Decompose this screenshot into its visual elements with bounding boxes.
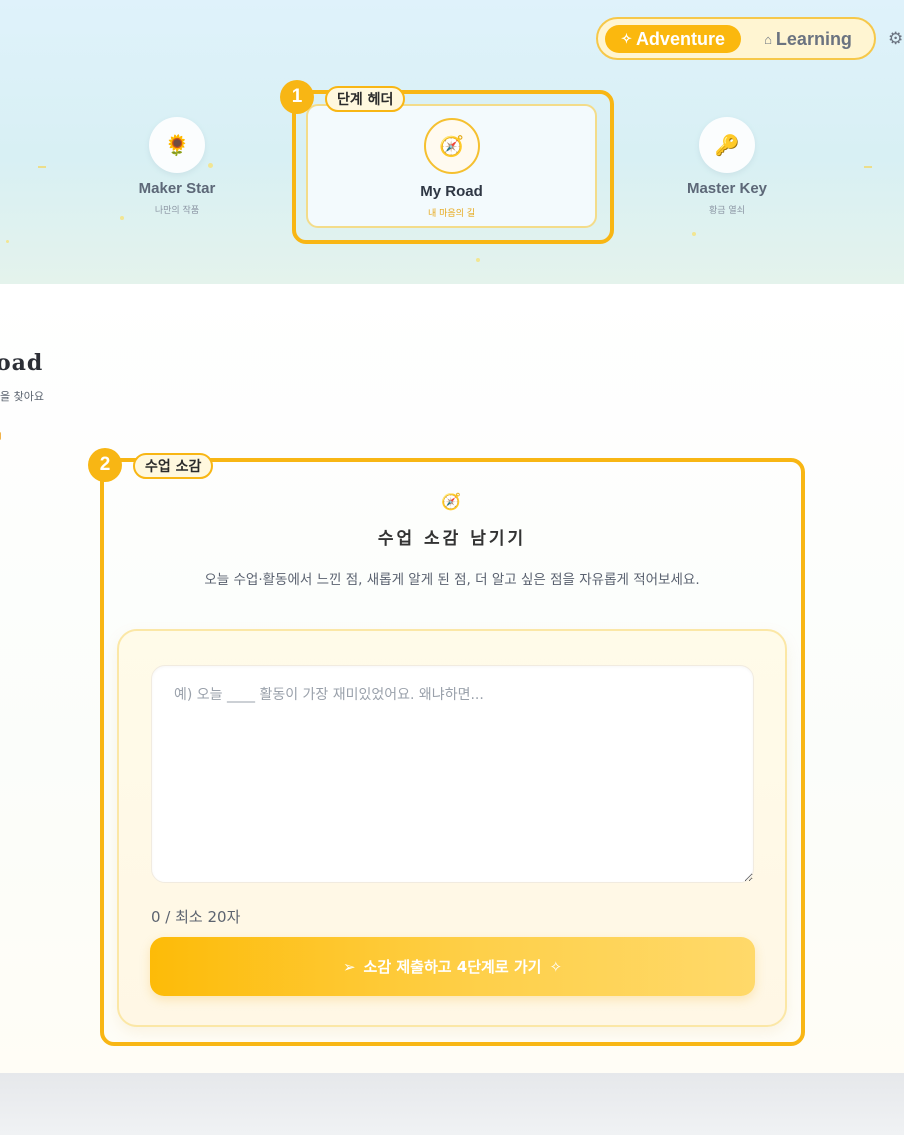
annotation-label: 단계 헤더 bbox=[325, 86, 406, 112]
footer-band bbox=[0, 1073, 904, 1135]
page-title: oad bbox=[0, 350, 44, 376]
annotation-number: 1 bbox=[280, 80, 314, 114]
sparkle-decoration bbox=[692, 232, 696, 236]
mode-toggle: ✧ Adventure ⌂ Learning bbox=[596, 17, 876, 60]
annotation-box-stage-header bbox=[292, 90, 614, 244]
annotation-box-reflection bbox=[100, 458, 805, 1046]
accent-mark bbox=[0, 432, 1, 440]
adventure-label: Adventure bbox=[635, 28, 725, 49]
step-master-key[interactable]: 🔑 Master Key 황금 열쇠 bbox=[637, 117, 817, 216]
sparkles-icon: ✧ bbox=[621, 31, 632, 46]
step-name: Master Key bbox=[686, 180, 768, 197]
sparkle-decoration bbox=[6, 240, 9, 243]
page-subtitle: 을 찾아요 bbox=[0, 390, 44, 403]
learning-mode-button[interactable]: ⌂ Learning bbox=[750, 25, 866, 53]
step-subtitle: 황금 열쇠 bbox=[709, 206, 745, 216]
dash-decoration bbox=[38, 166, 46, 168]
key-icon: 🔑 bbox=[699, 117, 755, 173]
gear-icon[interactable]: ⚙ bbox=[888, 29, 903, 49]
sparkle-decoration bbox=[120, 216, 124, 220]
dash-decoration bbox=[864, 166, 872, 168]
learning-label: Learning bbox=[775, 28, 852, 49]
step-maker-star[interactable]: 🌻 Maker Star 나만의 작품 bbox=[87, 117, 267, 216]
step-name: Maker Star bbox=[138, 180, 216, 197]
sparkle-decoration bbox=[476, 258, 480, 262]
annotation-number: 2 bbox=[88, 448, 122, 482]
annotation-label: 수업 소감 bbox=[133, 453, 214, 479]
graduation-cap-icon: ⌂ bbox=[764, 31, 772, 47]
sunflower-icon: 🌻 bbox=[149, 117, 205, 173]
adventure-mode-button[interactable]: ✧ Adventure bbox=[605, 25, 741, 53]
step-subtitle: 나만의 작품 bbox=[154, 206, 200, 216]
